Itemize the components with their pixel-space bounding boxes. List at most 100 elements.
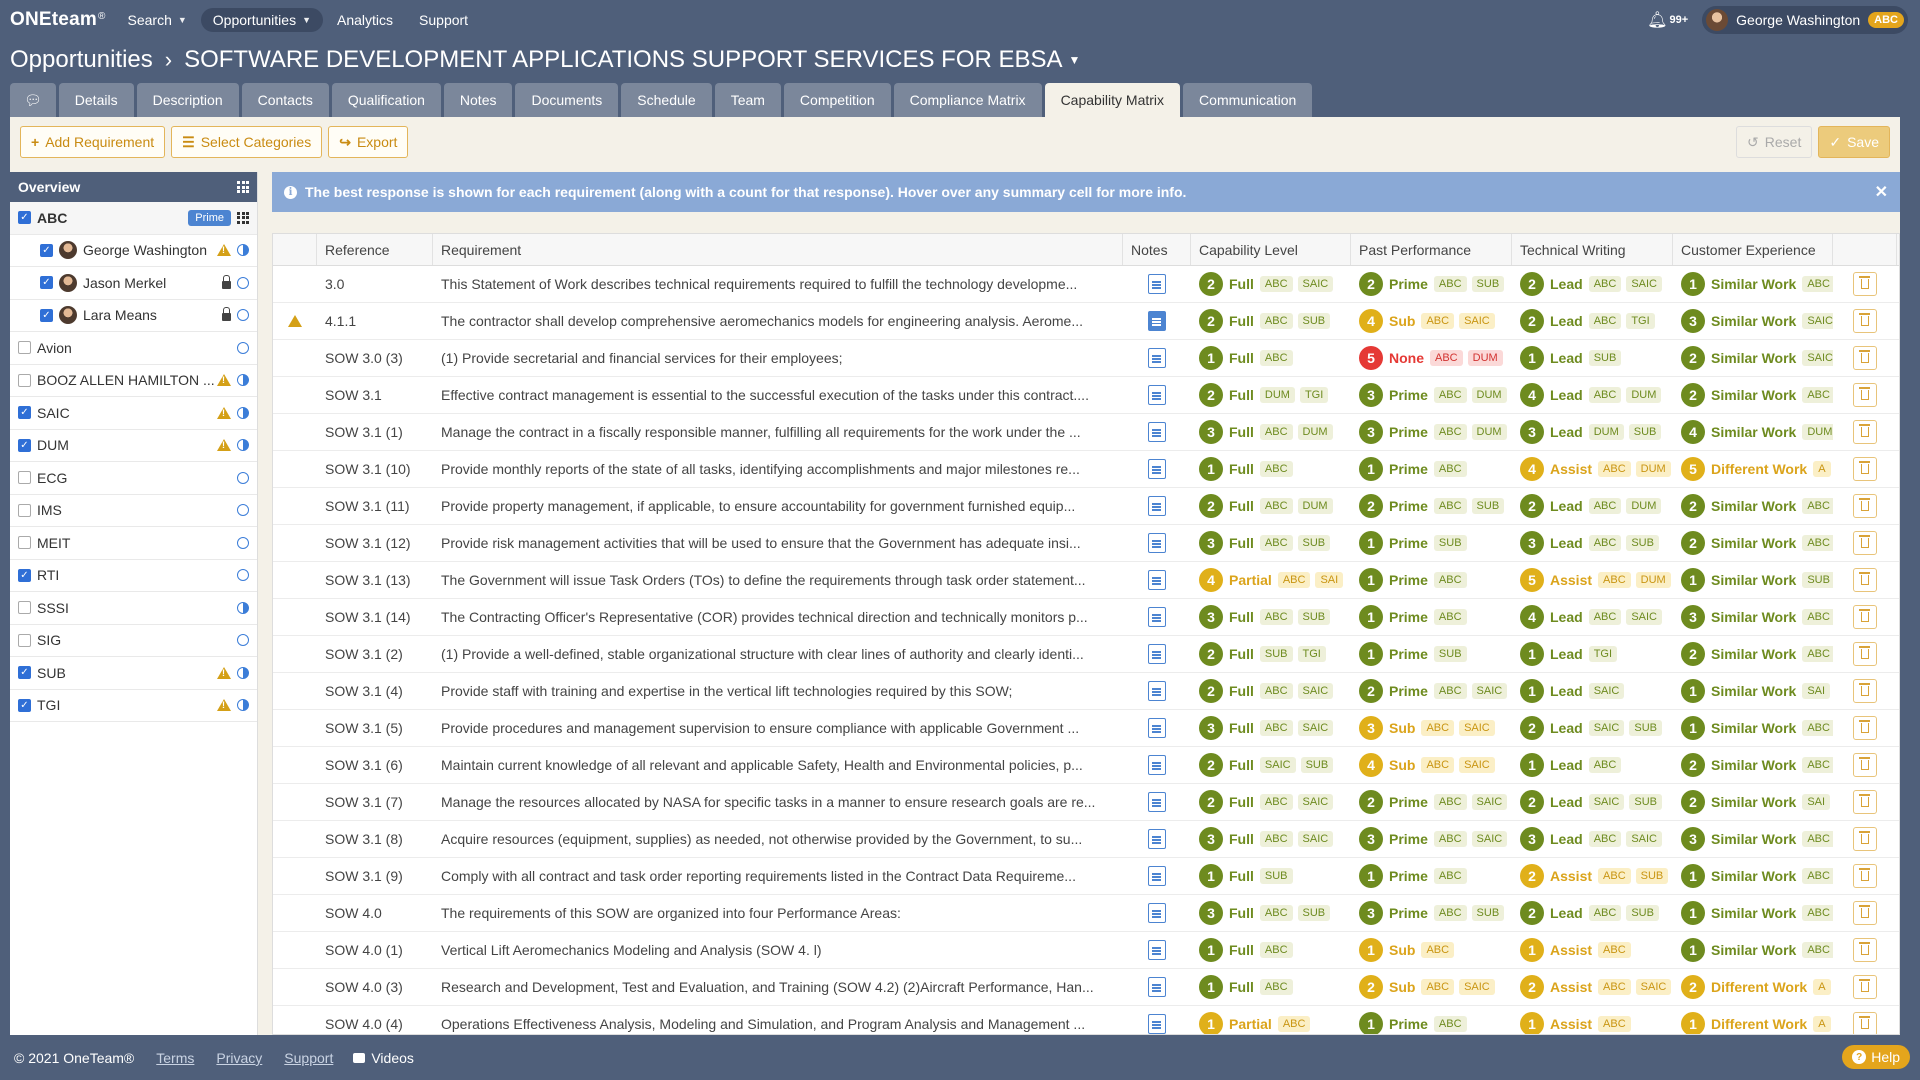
trash-icon[interactable] (1853, 901, 1877, 925)
tab-compliance-matrix[interactable]: Compliance Matrix (893, 83, 1042, 117)
technical-writing-cell[interactable]: 2 Lead SAIC SUB (1512, 710, 1673, 746)
checkbox[interactable] (18, 633, 31, 647)
checkbox[interactable] (18, 373, 31, 387)
past-performance-cell[interactable]: 1 Prime SUB (1351, 636, 1512, 672)
requirement-cell[interactable]: Effective contract management is essenti… (433, 377, 1123, 413)
nav-search[interactable]: Search ▼ (116, 8, 199, 32)
capability-cell[interactable]: 3 Full ABC DUM (1191, 414, 1351, 450)
technical-writing-cell[interactable]: 2 Lead SAIC SUB (1512, 784, 1673, 820)
technical-writing-cell[interactable]: 5 Assist ABC DUM (1512, 562, 1673, 598)
circle-icon[interactable] (237, 536, 249, 549)
trash-icon[interactable] (1853, 309, 1877, 333)
trash-icon[interactable] (1853, 346, 1877, 370)
past-performance-cell[interactable]: 3 Prime ABC DUM (1351, 377, 1512, 413)
overview-item[interactable]: Avion (10, 332, 257, 365)
customer-experience-cell[interactable]: 2 Similar Work SAI (1673, 784, 1833, 820)
capability-cell[interactable]: 2 Full SUB TGI (1191, 636, 1351, 672)
table-row[interactable]: SOW 3.1 (8) Acquire resources (equipment,… (273, 821, 1899, 858)
technical-writing-cell[interactable]: 4 Lead ABC DUM (1512, 377, 1673, 413)
overview-item[interactable]: ✓ SUB (10, 657, 257, 690)
capability-cell[interactable]: 3 Full ABC SAIC (1191, 710, 1351, 746)
table-row[interactable]: SOW 3.1 Effective contract management is … (273, 377, 1899, 414)
technical-writing-cell[interactable]: 4 Assist ABC DUM (1512, 451, 1673, 487)
past-performance-cell[interactable]: 3 Prime ABC DUM (1351, 414, 1512, 450)
overview-item[interactable]: ✓ SAIC (10, 397, 257, 430)
table-row[interactable]: SOW 3.1 (11) Provide property management,… (273, 488, 1899, 525)
past-performance-cell[interactable]: 1 Sub ABC (1351, 932, 1512, 968)
requirement-cell[interactable]: (1) Provide a well-defined, stable organ… (433, 636, 1123, 672)
user-menu[interactable]: George Washington ABC (1702, 6, 1908, 34)
checkbox[interactable]: ✓ (18, 666, 31, 680)
table-row[interactable]: SOW 3.1 (9) Comply with all contract and … (273, 858, 1899, 895)
table-row[interactable]: SOW 3.1 (5) Provide procedures and manage… (273, 710, 1899, 747)
requirement-cell[interactable]: Research and Development, Test and Evalu… (433, 969, 1123, 1005)
document-icon[interactable] (1148, 866, 1166, 886)
technical-writing-cell[interactable]: 1 Assist ABC (1512, 1006, 1673, 1034)
requirement-cell[interactable]: Operations Effectiveness Analysis, Model… (433, 1006, 1123, 1034)
requirement-cell[interactable]: Provide risk management activities that … (433, 525, 1123, 561)
capability-cell[interactable]: 1 Full ABC (1191, 451, 1351, 487)
checkbox[interactable]: ✓ (18, 406, 31, 420)
capability-cell[interactable]: 2 Full ABC SUB (1191, 303, 1351, 339)
trash-icon[interactable] (1853, 383, 1877, 407)
document-icon[interactable] (1148, 755, 1166, 775)
past-performance-cell[interactable]: 2 Prime ABC SUB (1351, 266, 1512, 302)
overview-item[interactable]: IMS (10, 495, 257, 527)
col-customer-experience[interactable]: Customer Experience (1673, 234, 1833, 265)
circle-icon[interactable] (237, 309, 249, 322)
technical-writing-cell[interactable]: 4 Lead ABC SAIC (1512, 599, 1673, 635)
past-performance-cell[interactable]: 1 Prime SUB (1351, 525, 1512, 561)
customer-experience-cell[interactable]: 1 Similar Work SUB (1673, 562, 1833, 598)
circle-icon[interactable] (237, 276, 249, 289)
breadcrumb-root[interactable]: Opportunities (10, 46, 153, 74)
customer-experience-cell[interactable]: 1 Similar Work ABC (1673, 895, 1833, 931)
requirement-cell[interactable]: Manage the contract in a fiscally respon… (433, 414, 1123, 450)
tab-description[interactable]: Description (136, 83, 239, 117)
customer-experience-cell[interactable]: 3 Similar Work ABC (1673, 821, 1833, 857)
customer-experience-cell[interactable]: 5 Different Work A (1673, 451, 1833, 487)
tab-qualification[interactable]: Qualification (331, 83, 441, 117)
checkbox[interactable]: ✓ (40, 308, 53, 322)
support-link[interactable]: Support (284, 1050, 333, 1066)
past-performance-cell[interactable]: 4 Sub ABC SAIC (1351, 747, 1512, 783)
table-row[interactable]: SOW 3.1 (14) The Contracting Officer's Re… (273, 599, 1899, 636)
capability-cell[interactable]: 2 Full ABC SAIC (1191, 784, 1351, 820)
technical-writing-cell[interactable]: 1 Lead SUB (1512, 340, 1673, 376)
document-icon[interactable] (1148, 829, 1166, 849)
overview-item[interactable]: MEIT (10, 527, 257, 560)
trash-icon[interactable] (1853, 938, 1877, 962)
trash-icon[interactable] (1853, 753, 1877, 777)
table-row[interactable]: SOW 3.1 (2) (1) Provide a well-defined, s… (273, 636, 1899, 673)
customer-experience-cell[interactable]: 1 Similar Work ABC (1673, 932, 1833, 968)
table-row[interactable]: SOW 3.1 (1) Manage the contract in a fisc… (273, 414, 1899, 451)
tab-details[interactable]: Details (58, 83, 134, 117)
trash-icon[interactable] (1853, 457, 1877, 481)
capability-cell[interactable]: 1 Full ABC (1191, 969, 1351, 1005)
col-capability-level[interactable]: Capability Level (1191, 234, 1351, 265)
col-technical-writing[interactable]: Technical Writing (1512, 234, 1673, 265)
past-performance-cell[interactable]: 4 Sub ABC SAIC (1351, 303, 1512, 339)
technical-writing-cell[interactable]: 1 Assist ABC (1512, 932, 1673, 968)
document-icon[interactable] (1148, 681, 1166, 701)
overview-item[interactable]: ✓ George Washington (10, 235, 257, 267)
col-past-performance[interactable]: Past Performance (1351, 234, 1512, 265)
customer-experience-cell[interactable]: 2 Similar Work ABC (1673, 525, 1833, 561)
checkbox[interactable] (18, 471, 31, 485)
half-circle-icon[interactable] (237, 439, 249, 452)
add-requirement-button[interactable]: + Add Requirement (20, 126, 166, 158)
half-circle-icon[interactable] (237, 406, 249, 419)
nav-support[interactable]: Support (407, 8, 480, 32)
technical-writing-cell[interactable]: 3 Lead DUM SUB (1512, 414, 1673, 450)
checkbox[interactable] (18, 601, 31, 615)
col-reference[interactable]: Reference (317, 234, 433, 265)
trash-icon[interactable] (1853, 420, 1877, 444)
select-categories-button[interactable]: ☰ Select Categories (171, 126, 323, 158)
customer-experience-cell[interactable]: 2 Different Work A (1673, 969, 1833, 1005)
requirement-cell[interactable]: The Government will issue Task Orders (T… (433, 562, 1123, 598)
circle-icon[interactable] (237, 341, 249, 354)
document-icon[interactable] (1148, 422, 1166, 442)
document-icon[interactable] (1148, 607, 1166, 627)
overview-item[interactable]: ✓ RTI (10, 560, 257, 592)
overview-item[interactable]: SIG (10, 625, 257, 657)
checkbox[interactable]: ✓ (18, 211, 31, 225)
